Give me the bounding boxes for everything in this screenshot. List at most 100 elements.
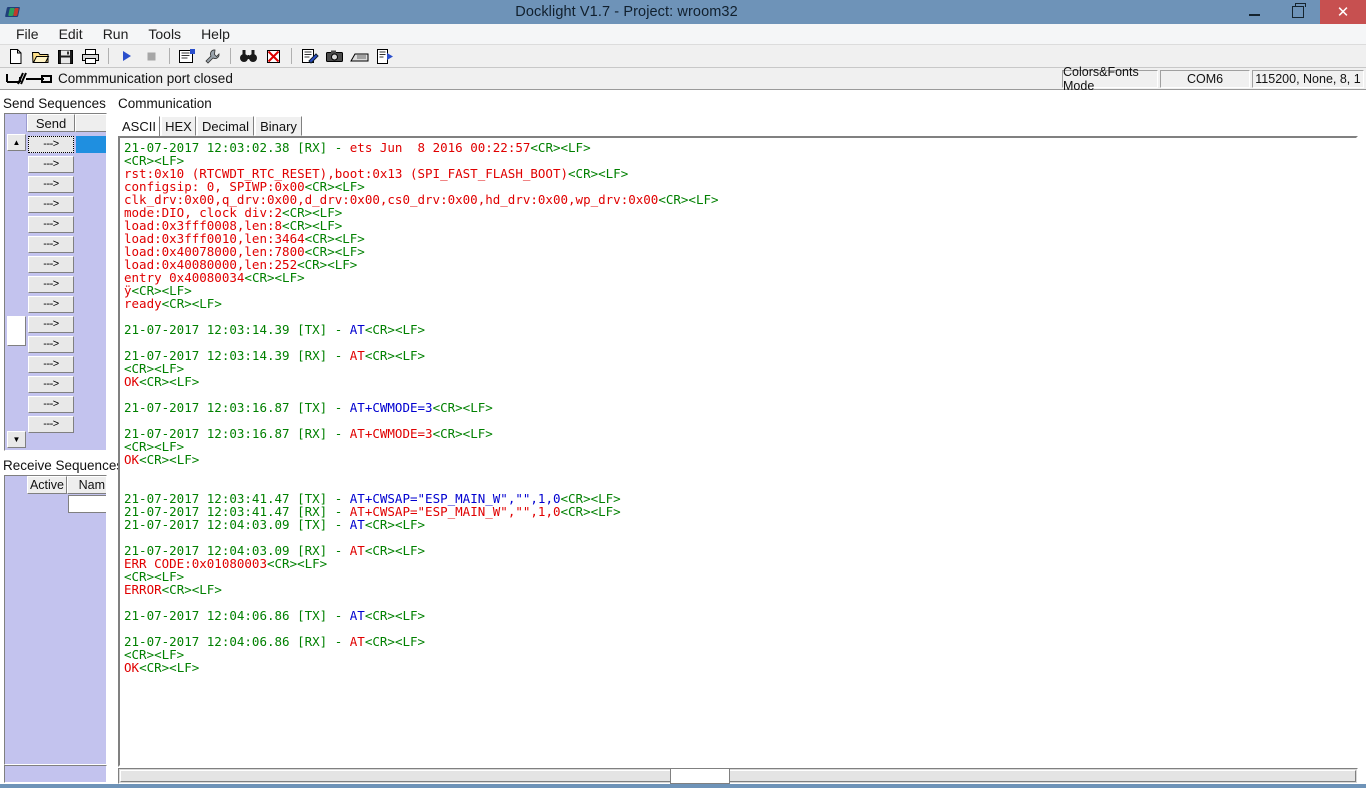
send-row-value[interactable] [76, 176, 106, 193]
log-segment-green: <CR><LF> [560, 504, 621, 519]
log-segment-green: <CR><LF> [161, 296, 222, 311]
print-icon[interactable] [78, 46, 103, 67]
send-row[interactable]: ---> [28, 194, 106, 214]
colors-fonts-mode-cell[interactable]: Colors&Fonts Mode [1062, 65, 1158, 93]
send-arrow-button[interactable]: ---> [28, 195, 74, 213]
scroll-down-button[interactable]: ▼ [7, 431, 26, 448]
send-arrow-button[interactable]: ---> [28, 315, 74, 333]
stop-square-icon[interactable] [139, 46, 164, 67]
maximize-button[interactable] [1276, 0, 1320, 24]
save-disk-icon[interactable] [53, 46, 78, 67]
send-row[interactable]: ---> [28, 314, 106, 334]
keyboard-icon[interactable] [347, 46, 372, 67]
send-row-value[interactable] [76, 236, 106, 253]
edit-document-icon[interactable] [297, 46, 322, 67]
send-name-column-header[interactable] [75, 114, 106, 132]
log-line: OK<CR><LF> [124, 375, 1354, 388]
send-row-value[interactable] [76, 356, 106, 373]
send-row[interactable]: ---> [28, 214, 106, 234]
send-row-value[interactable] [76, 296, 106, 313]
horizontal-scrollbar-thumb[interactable] [120, 770, 1356, 782]
send-row-value[interactable] [76, 135, 106, 153]
serial-settings-cell[interactable]: 115200, None, 8, 1 [1252, 70, 1364, 88]
open-folder-icon[interactable] [28, 46, 53, 67]
log-line: 21-07-2017 12:04:06.86 [TX] - AT<CR><LF> [124, 609, 1354, 622]
scroll-up-button[interactable]: ▲ [7, 134, 26, 151]
send-arrow-button[interactable]: ---> [28, 255, 74, 273]
play-start-icon[interactable] [114, 46, 139, 67]
clear-red-x-icon[interactable] [261, 46, 286, 67]
menu-item-file[interactable]: File [6, 24, 49, 44]
communication-horizontal-scrollbar[interactable] [118, 768, 1358, 784]
send-row-value[interactable] [76, 316, 106, 333]
new-file-icon[interactable] [3, 46, 28, 67]
tab-ascii[interactable]: ASCII [118, 116, 160, 137]
send-panel-bottom-strip [4, 765, 107, 783]
receive-row-input[interactable] [68, 495, 106, 513]
binoculars-icon[interactable] [236, 46, 261, 67]
scrollbar-thumb[interactable] [7, 316, 26, 346]
log-segment-green: <CR><LF> [139, 374, 200, 389]
send-row-value[interactable] [76, 156, 106, 173]
send-row[interactable]: ---> [28, 414, 106, 434]
desktop-background [0, 788, 1366, 801]
send-row[interactable]: ---> [28, 174, 106, 194]
menu-item-tools[interactable]: Tools [138, 24, 191, 44]
send-arrow-button[interactable]: ---> [28, 215, 74, 233]
send-arrow-button[interactable]: ---> [28, 375, 74, 393]
send-arrow-button[interactable]: ---> [28, 135, 74, 153]
send-arrow-button[interactable]: ---> [28, 155, 74, 173]
send-row-value[interactable] [76, 196, 106, 213]
send-arrow-button[interactable]: ---> [28, 235, 74, 253]
send-row[interactable]: ---> [28, 234, 106, 254]
send-row-value[interactable] [76, 276, 106, 293]
send-arrow-button[interactable]: ---> [28, 355, 74, 373]
send-row-value[interactable] [76, 256, 106, 273]
send-row[interactable]: ---> [28, 354, 106, 374]
wrench-icon[interactable] [200, 46, 225, 67]
properties-icon[interactable] [175, 46, 200, 67]
name-column-header[interactable]: Nam [67, 476, 106, 494]
send-arrow-button[interactable]: ---> [28, 395, 74, 413]
active-column-header[interactable]: Active [27, 476, 67, 494]
menu-item-edit[interactable]: Edit [49, 24, 93, 44]
close-button[interactable]: ✕ [1320, 0, 1366, 24]
send-arrow-button[interactable]: ---> [28, 415, 74, 433]
send-arrow-button[interactable]: ---> [28, 275, 74, 293]
menu-item-help[interactable]: Help [191, 24, 240, 44]
send-row-value[interactable] [76, 216, 106, 233]
export-doc-icon[interactable] [372, 46, 397, 67]
send-column-header[interactable]: Send [27, 114, 75, 132]
send-row-value[interactable] [76, 336, 106, 353]
send-arrow-button[interactable]: ---> [28, 175, 74, 193]
com-port-cell[interactable]: COM6 [1160, 70, 1250, 88]
send-row[interactable]: ---> [28, 254, 106, 274]
tab-decimal[interactable]: Decimal [197, 116, 254, 136]
menu-item-run[interactable]: Run [93, 24, 139, 44]
send-arrow-button[interactable]: ---> [28, 295, 74, 313]
toolbar [0, 45, 1366, 68]
tab-hex[interactable]: HEX [161, 116, 196, 136]
send-row-value[interactable] [76, 416, 106, 433]
send-arrow-button[interactable]: ---> [28, 335, 74, 353]
log-line: ready<CR><LF> [124, 297, 1354, 310]
communication-log-panel[interactable]: 21-07-2017 12:03:02.38 [RX] - ets Jun 8 … [118, 136, 1358, 767]
tab-binary[interactable]: Binary [255, 116, 302, 136]
send-row[interactable]: ---> [28, 334, 106, 354]
send-row-value[interactable] [76, 396, 106, 413]
send-row-value[interactable] [76, 376, 106, 393]
port-closed-icon [4, 71, 54, 87]
minimize-button[interactable] [1232, 0, 1276, 24]
send-sequences-header: Send [5, 114, 106, 132]
send-row[interactable]: ---> [28, 394, 106, 414]
send-row[interactable]: ---> [28, 134, 106, 154]
send-row[interactable]: ---> [28, 154, 106, 174]
send-row[interactable]: ---> [28, 294, 106, 314]
send-sequences-scrollbar[interactable]: ▲ ▼ [7, 134, 26, 448]
log-segment-blue: AT [349, 608, 365, 623]
send-row[interactable]: ---> [28, 274, 106, 294]
send-row[interactable]: ---> [28, 374, 106, 394]
scrollbar-track[interactable] [7, 151, 26, 409]
camera-icon[interactable] [322, 46, 347, 67]
log-segment-green: <CR><LF> [432, 426, 493, 441]
